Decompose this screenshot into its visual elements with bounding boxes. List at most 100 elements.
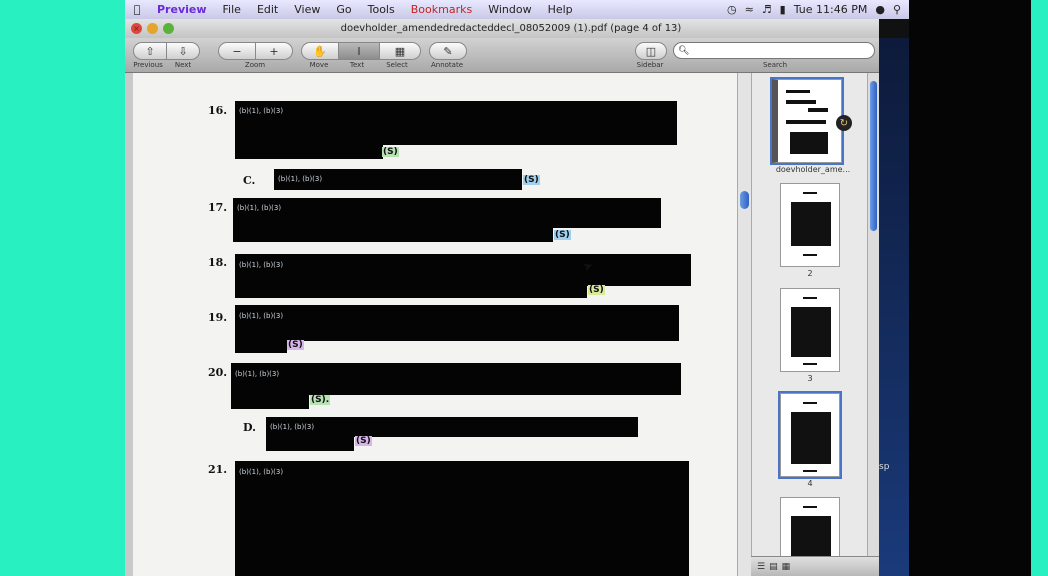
select-tool-button[interactable]: ▦	[380, 42, 421, 60]
plus-icon: +	[269, 44, 279, 58]
arrow-up-icon: ⇧	[145, 44, 155, 58]
paragraph-number-19: 19.	[208, 311, 228, 324]
classification-mark: (S).	[310, 395, 331, 405]
page-thumbnail-1[interactable]	[770, 77, 844, 165]
redaction-block	[235, 254, 691, 286]
spotlight-icon[interactable]: ⚲	[893, 3, 901, 16]
search-input[interactable]: 🔍︎	[673, 42, 875, 59]
thumbnail-label: doevholder_ame...	[775, 165, 851, 174]
move-tool-button[interactable]: ✋	[301, 42, 339, 60]
previous-label: Previous	[133, 61, 163, 69]
apple-icon[interactable]: 	[125, 3, 149, 16]
paragraph-letter-c: C.	[243, 174, 256, 187]
menu-bookmarks[interactable]: Bookmarks	[403, 3, 480, 16]
window-title: doevholder_amendedredacteddecl_08052009 …	[340, 23, 682, 34]
classification-mark: (S)	[382, 147, 399, 157]
arrow-down-icon: ⇩	[178, 44, 188, 58]
exemption-code: (b)(1), (b)(3)	[239, 468, 284, 476]
paragraph-number-18: 18.	[208, 256, 228, 269]
page-thumbnail-4[interactable]	[778, 391, 842, 479]
select-label: Select	[386, 61, 408, 69]
next-label: Next	[174, 61, 192, 69]
exemption-code: (b)(1), (b)(3)	[270, 423, 315, 431]
marquee-icon: ▦	[394, 44, 406, 58]
redaction-block	[233, 228, 553, 242]
time-machine-icon[interactable]: ◷	[727, 3, 737, 16]
volume-icon[interactable]: ♬	[762, 3, 772, 16]
exemption-code: (b)(1), (b)(3)	[239, 312, 284, 320]
exemption-code: (b)(1), (b)(3)	[239, 107, 284, 115]
window-controls: ×	[125, 23, 183, 34]
redaction-block	[266, 417, 638, 437]
table-view-icon[interactable]: ▤	[769, 562, 778, 572]
menu-view[interactable]: View	[286, 3, 328, 16]
battery-icon[interactable]: ▮	[780, 3, 786, 16]
paragraph-number-21: 21.	[208, 463, 228, 476]
classification-mark: (S)	[287, 340, 304, 350]
sidebar-label: Sidebar	[636, 61, 664, 69]
minimize-icon[interactable]	[147, 23, 158, 34]
exemption-code: (b)(1), (b)(3)	[237, 204, 282, 212]
paragraph-number-20: 20.	[208, 366, 228, 379]
move-label: Move	[309, 61, 329, 69]
menu-file[interactable]: File	[215, 3, 249, 16]
title-bar: × doevholder_amendedredacteddecl_0805200…	[125, 19, 879, 38]
wifi-icon[interactable]: ≈	[745, 3, 754, 16]
rotate-badge-icon[interactable]: ↻	[836, 115, 852, 131]
close-icon[interactable]: ×	[131, 23, 142, 34]
document-scrollbar[interactable]	[737, 73, 751, 576]
page-thumbnail-3[interactable]	[780, 288, 840, 372]
document-page[interactable]: 16. (b)(1), (b)(3) (S) C. (b)(1), (b)(3)…	[125, 73, 737, 576]
thumbnail-page-number: 3	[807, 374, 813, 383]
next-button[interactable]: ⇩	[167, 42, 200, 60]
page-thumbnail-2[interactable]	[780, 183, 840, 267]
pencil-icon: ✎	[443, 44, 453, 58]
menu-window[interactable]: Window	[480, 3, 539, 16]
previous-button[interactable]: ⇧	[133, 42, 167, 60]
sidebar-button[interactable]: ◫	[635, 42, 667, 60]
classification-mark: (S)	[588, 285, 605, 295]
redaction-block	[235, 145, 383, 159]
minus-icon: −	[232, 44, 242, 58]
thumbnail-page-number: 4	[807, 479, 813, 488]
menu-tools[interactable]: Tools	[360, 3, 403, 16]
zoom-icon[interactable]	[163, 23, 174, 34]
thumbnail-view-icon[interactable]: ▦	[782, 562, 791, 572]
sidebar-scrollbar[interactable]	[867, 73, 879, 576]
thumbnail-sidebar: ↻ doevholder_ame... 2 3 4	[751, 73, 879, 576]
list-view-icon[interactable]: ☰	[757, 562, 765, 572]
text-cursor-icon: I	[357, 44, 361, 58]
zoom-out-button[interactable]: −	[218, 42, 256, 60]
menu-go[interactable]: Go	[328, 3, 359, 16]
scrollbar-thumb[interactable]	[740, 191, 749, 209]
exemption-code: (b)(1), (b)(3)	[235, 370, 280, 378]
letterbox-right	[909, 0, 1031, 576]
desktop-label: sp	[879, 462, 890, 472]
clock[interactable]: Tue 11:46 PM	[794, 3, 868, 16]
annotate-button[interactable]: ✎	[429, 42, 467, 60]
redaction-block	[235, 286, 587, 298]
redaction-block	[233, 198, 661, 228]
status-area: ◷ ≈ ♬ ▮ Tue 11:46 PM ● ⚲	[727, 3, 909, 16]
paragraph-number-17: 17.	[208, 201, 228, 214]
redaction-block	[231, 395, 309, 409]
sidebar-footer: ☰ ▤ ▦	[751, 556, 879, 576]
redaction-block	[235, 101, 677, 145]
exemption-code: (b)(1), (b)(3)	[278, 175, 323, 183]
text-label: Text	[349, 61, 365, 69]
redaction-block	[235, 341, 287, 353]
menu-edit[interactable]: Edit	[249, 3, 286, 16]
menu-help[interactable]: Help	[540, 3, 581, 16]
thumbnail-page-number: 2	[807, 269, 813, 278]
menu-preview[interactable]: Preview	[149, 3, 215, 16]
zoom-in-button[interactable]: +	[256, 42, 293, 60]
redaction-block	[266, 437, 354, 451]
search-icon: 🔍︎	[678, 45, 690, 56]
text-tool-button[interactable]: I	[339, 42, 380, 60]
redaction-block	[235, 461, 689, 576]
paragraph-number-16: 16.	[208, 104, 228, 117]
sidebar-scrollbar-thumb[interactable]	[870, 81, 877, 231]
user-icon[interactable]: ●	[875, 3, 885, 16]
screen:  Preview File Edit View Go Tools Bookma…	[125, 0, 909, 576]
menu-bar:  Preview File Edit View Go Tools Bookma…	[125, 0, 909, 19]
